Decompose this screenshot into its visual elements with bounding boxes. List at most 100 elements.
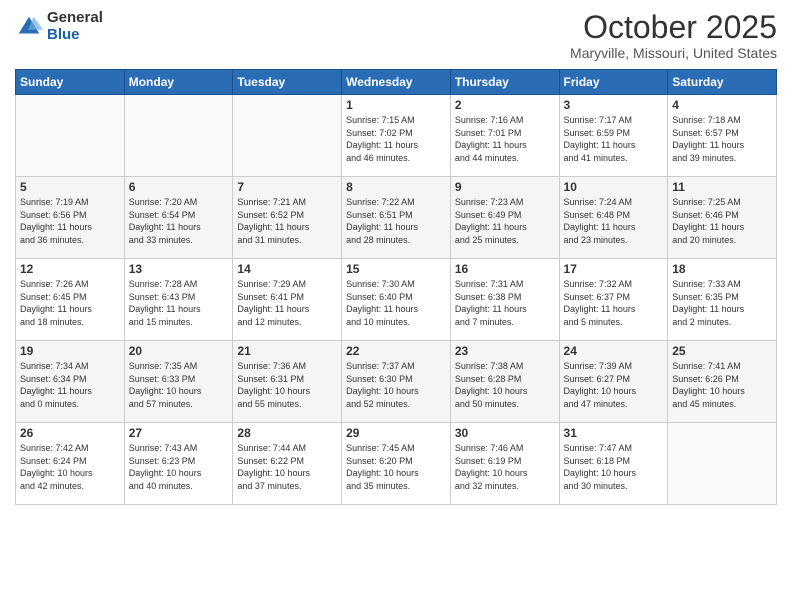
day-number: 4 bbox=[672, 98, 772, 112]
calendar-cell: 26 Sunrise: 7:42 AM Sunset: 6:24 PM Dayli… bbox=[16, 423, 125, 505]
logo-general: General bbox=[47, 10, 103, 27]
day-info: Sunrise: 7:30 AM Sunset: 6:40 PM Dayligh… bbox=[346, 278, 446, 328]
day-number: 17 bbox=[564, 262, 664, 276]
col-monday: Monday bbox=[124, 70, 233, 95]
day-number: 5 bbox=[20, 180, 120, 194]
week-row-2: 12 Sunrise: 7:26 AM Sunset: 6:45 PM Dayli… bbox=[16, 259, 777, 341]
calendar-cell: 6 Sunrise: 7:20 AM Sunset: 6:54 PM Daylig… bbox=[124, 177, 233, 259]
day-number: 9 bbox=[455, 180, 555, 194]
day-info: Sunrise: 7:41 AM Sunset: 6:26 PM Dayligh… bbox=[672, 360, 772, 410]
day-number: 1 bbox=[346, 98, 446, 112]
day-number: 18 bbox=[672, 262, 772, 276]
col-sunday: Sunday bbox=[16, 70, 125, 95]
day-info: Sunrise: 7:28 AM Sunset: 6:43 PM Dayligh… bbox=[129, 278, 229, 328]
calendar-cell: 20 Sunrise: 7:35 AM Sunset: 6:33 PM Dayli… bbox=[124, 341, 233, 423]
calendar-cell: 12 Sunrise: 7:26 AM Sunset: 6:45 PM Dayli… bbox=[16, 259, 125, 341]
day-info: Sunrise: 7:42 AM Sunset: 6:24 PM Dayligh… bbox=[20, 442, 120, 492]
calendar-cell: 22Sunrise: 7:37 AM Sunset: 6:30 PM Dayli… bbox=[342, 341, 451, 423]
day-number: 24 bbox=[564, 344, 664, 358]
calendar-cell: 13 Sunrise: 7:28 AM Sunset: 6:43 PM Dayli… bbox=[124, 259, 233, 341]
location: Maryville, Missouri, United States bbox=[570, 45, 777, 61]
calendar-cell: 17 Sunrise: 7:32 AM Sunset: 6:37 PM Dayli… bbox=[559, 259, 668, 341]
header-row: Sunday Monday Tuesday Wednesday Thursday… bbox=[16, 70, 777, 95]
calendar-cell: 21Sunrise: 7:36 AM Sunset: 6:31 PM Dayli… bbox=[233, 341, 342, 423]
calendar-cell: 23 Sunrise: 7:38 AM Sunset: 6:28 PM Dayli… bbox=[450, 341, 559, 423]
day-info: Sunrise: 7:26 AM Sunset: 6:45 PM Dayligh… bbox=[20, 278, 120, 328]
day-info: Sunrise: 7:44 AM Sunset: 6:22 PM Dayligh… bbox=[237, 442, 337, 492]
day-number: 25 bbox=[672, 344, 772, 358]
day-info: Sunrise: 7:31 AM Sunset: 6:38 PM Dayligh… bbox=[455, 278, 555, 328]
day-info: Sunrise: 7:47 AM Sunset: 6:18 PM Dayligh… bbox=[564, 442, 664, 492]
day-number: 11 bbox=[672, 180, 772, 194]
col-saturday: Saturday bbox=[668, 70, 777, 95]
day-info: Sunrise: 7:25 AM Sunset: 6:46 PM Dayligh… bbox=[672, 196, 772, 246]
calendar-cell: 19 Sunrise: 7:34 AM Sunset: 6:34 PM Dayli… bbox=[16, 341, 125, 423]
calendar-cell: 16 Sunrise: 7:31 AM Sunset: 6:38 PM Dayli… bbox=[450, 259, 559, 341]
calendar-cell: 28 Sunrise: 7:44 AM Sunset: 6:22 PM Dayli… bbox=[233, 423, 342, 505]
day-number: 20 bbox=[129, 344, 229, 358]
calendar-cell: 30Sunrise: 7:46 AM Sunset: 6:19 PM Dayli… bbox=[450, 423, 559, 505]
calendar-cell: 18Sunrise: 7:33 AM Sunset: 6:35 PM Dayli… bbox=[668, 259, 777, 341]
month-title: October 2025 bbox=[570, 10, 777, 45]
day-number: 15 bbox=[346, 262, 446, 276]
day-number: 29 bbox=[346, 426, 446, 440]
col-tuesday: Tuesday bbox=[233, 70, 342, 95]
day-info: Sunrise: 7:16 AM Sunset: 7:01 PM Dayligh… bbox=[455, 114, 555, 164]
calendar-table: Sunday Monday Tuesday Wednesday Thursday… bbox=[15, 69, 777, 505]
day-info: Sunrise: 7:38 AM Sunset: 6:28 PM Dayligh… bbox=[455, 360, 555, 410]
calendar-cell bbox=[16, 95, 125, 177]
col-wednesday: Wednesday bbox=[342, 70, 451, 95]
day-info: Sunrise: 7:19 AM Sunset: 6:56 PM Dayligh… bbox=[20, 196, 120, 246]
day-number: 10 bbox=[564, 180, 664, 194]
day-number: 12 bbox=[20, 262, 120, 276]
calendar-cell: 8Sunrise: 7:22 AM Sunset: 6:51 PM Daylig… bbox=[342, 177, 451, 259]
day-info: Sunrise: 7:18 AM Sunset: 6:57 PM Dayligh… bbox=[672, 114, 772, 164]
day-info: Sunrise: 7:39 AM Sunset: 6:27 PM Dayligh… bbox=[564, 360, 664, 410]
calendar-cell: 15 Sunrise: 7:30 AM Sunset: 6:40 PM Dayli… bbox=[342, 259, 451, 341]
day-info: Sunrise: 7:20 AM Sunset: 6:54 PM Dayligh… bbox=[129, 196, 229, 246]
day-info: Sunrise: 7:23 AM Sunset: 6:49 PM Dayligh… bbox=[455, 196, 555, 246]
day-info: Sunrise: 7:32 AM Sunset: 6:37 PM Dayligh… bbox=[564, 278, 664, 328]
calendar-cell: 4 Sunrise: 7:18 AM Sunset: 6:57 PM Daylig… bbox=[668, 95, 777, 177]
calendar-cell bbox=[668, 423, 777, 505]
day-number: 2 bbox=[455, 98, 555, 112]
day-number: 16 bbox=[455, 262, 555, 276]
day-number: 19 bbox=[20, 344, 120, 358]
page: General Blue October 2025 Maryville, Mis… bbox=[0, 0, 792, 612]
day-info: Sunrise: 7:17 AM Sunset: 6:59 PM Dayligh… bbox=[564, 114, 664, 164]
calendar-cell: 29Sunrise: 7:45 AM Sunset: 6:20 PM Dayli… bbox=[342, 423, 451, 505]
day-number: 14 bbox=[237, 262, 337, 276]
calendar-cell: 11 Sunrise: 7:25 AM Sunset: 6:46 PM Dayli… bbox=[668, 177, 777, 259]
day-number: 8 bbox=[346, 180, 446, 194]
week-row-4: 26 Sunrise: 7:42 AM Sunset: 6:24 PM Dayli… bbox=[16, 423, 777, 505]
logo-text: General Blue bbox=[47, 10, 103, 43]
day-number: 6 bbox=[129, 180, 229, 194]
logo: General Blue bbox=[15, 10, 103, 43]
day-info: Sunrise: 7:37 AM Sunset: 6:30 PM Dayligh… bbox=[346, 360, 446, 410]
week-row-3: 19 Sunrise: 7:34 AM Sunset: 6:34 PM Dayli… bbox=[16, 341, 777, 423]
calendar-cell: 24 Sunrise: 7:39 AM Sunset: 6:27 PM Dayli… bbox=[559, 341, 668, 423]
day-number: 28 bbox=[237, 426, 337, 440]
logo-icon bbox=[15, 13, 43, 41]
calendar-cell: 3 Sunrise: 7:17 AM Sunset: 6:59 PM Daylig… bbox=[559, 95, 668, 177]
calendar-cell: 9 Sunrise: 7:23 AM Sunset: 6:49 PM Daylig… bbox=[450, 177, 559, 259]
calendar-cell bbox=[124, 95, 233, 177]
header: General Blue October 2025 Maryville, Mis… bbox=[15, 10, 777, 61]
calendar-cell bbox=[233, 95, 342, 177]
day-info: Sunrise: 7:43 AM Sunset: 6:23 PM Dayligh… bbox=[129, 442, 229, 492]
week-row-1: 5 Sunrise: 7:19 AM Sunset: 6:56 PM Daylig… bbox=[16, 177, 777, 259]
day-number: 7 bbox=[237, 180, 337, 194]
day-number: 13 bbox=[129, 262, 229, 276]
day-number: 23 bbox=[455, 344, 555, 358]
day-info: Sunrise: 7:34 AM Sunset: 6:34 PM Dayligh… bbox=[20, 360, 120, 410]
day-number: 26 bbox=[20, 426, 120, 440]
day-number: 31 bbox=[564, 426, 664, 440]
day-info: Sunrise: 7:21 AM Sunset: 6:52 PM Dayligh… bbox=[237, 196, 337, 246]
calendar-cell: 31 Sunrise: 7:47 AM Sunset: 6:18 PM Dayli… bbox=[559, 423, 668, 505]
day-number: 27 bbox=[129, 426, 229, 440]
day-info: Sunrise: 7:35 AM Sunset: 6:33 PM Dayligh… bbox=[129, 360, 229, 410]
calendar-cell: 14Sunrise: 7:29 AM Sunset: 6:41 PM Dayli… bbox=[233, 259, 342, 341]
logo-blue-text: Blue bbox=[47, 27, 103, 44]
day-info: Sunrise: 7:46 AM Sunset: 6:19 PM Dayligh… bbox=[455, 442, 555, 492]
day-number: 3 bbox=[564, 98, 664, 112]
